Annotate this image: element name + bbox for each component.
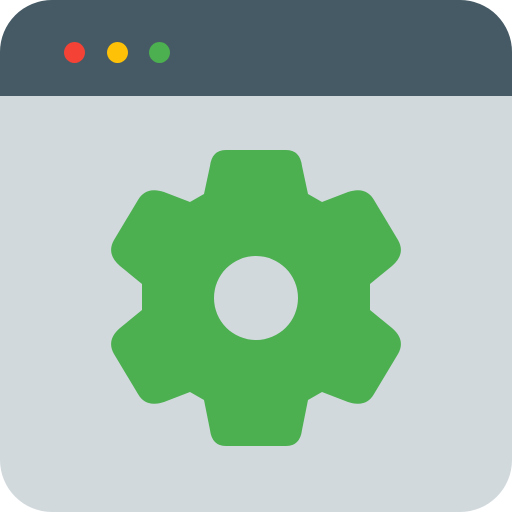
maximize-window-button[interactable] bbox=[149, 42, 170, 63]
window-titlebar bbox=[0, 0, 512, 96]
gear-icon bbox=[106, 148, 406, 448]
close-window-button[interactable] bbox=[64, 42, 85, 63]
browser-window bbox=[0, 0, 512, 512]
minimize-window-button[interactable] bbox=[107, 42, 128, 63]
